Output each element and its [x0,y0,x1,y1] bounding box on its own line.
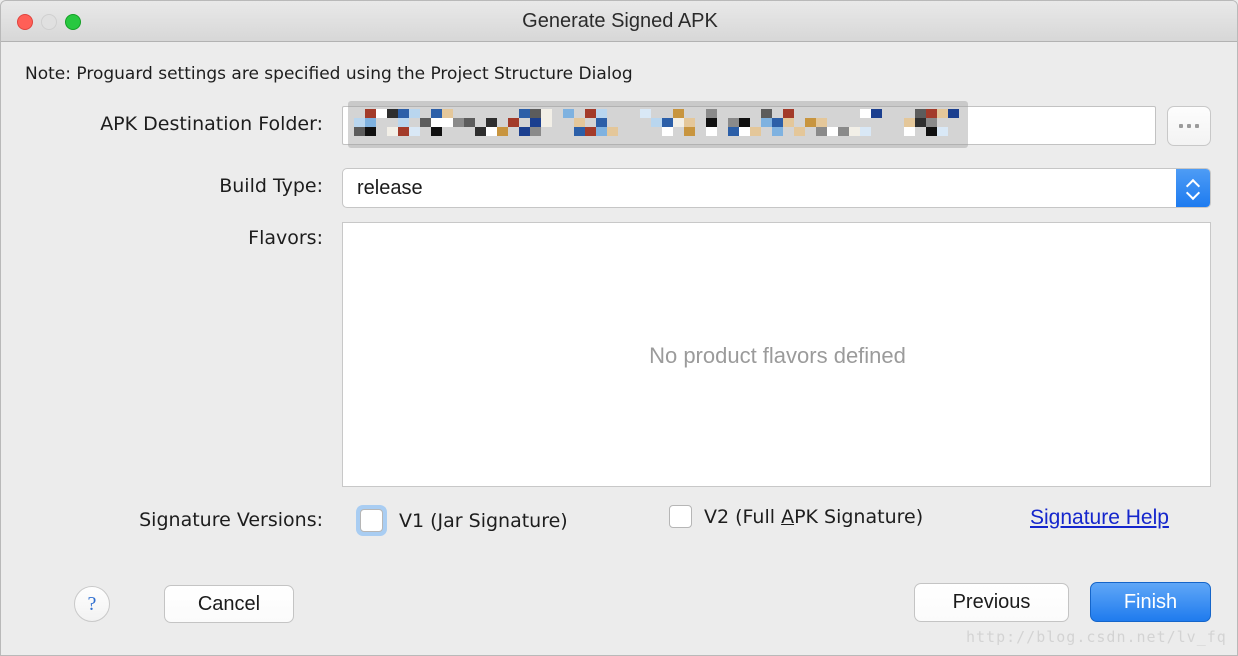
help-button[interactable]: ? [74,586,110,622]
signature-versions-label: Signature Versions: [139,509,323,531]
v2-label-before: V2 (Full [704,505,782,528]
build-type-label: Build Type: [219,175,323,197]
apk-destination-input[interactable] [342,106,1156,145]
flavors-label: Flavors: [248,227,323,249]
signature-v1-label: V1 (Jar Signature) [399,510,568,532]
cancel-button[interactable]: Cancel [164,585,294,623]
signature-v2-checkbox[interactable] [669,505,692,528]
ellipsis-dot-icon [1195,124,1199,128]
browse-folder-button[interactable] [1167,106,1211,146]
signature-v1-checkbox[interactable] [360,509,383,532]
chevron-down-icon [1187,190,1200,197]
flavors-list[interactable]: No product flavors defined [342,222,1211,487]
signature-help-link[interactable]: Signature Help [1030,506,1169,530]
v2-label-mnemonic: A [781,505,795,528]
v1-label-after: ar Signature) [443,509,568,532]
finish-button[interactable]: Finish [1090,582,1211,622]
signature-v2-label: V2 (Full APK Signature) [704,506,923,528]
v2-label-after: PK Signature) [794,505,924,528]
window-title: Generate Signed APK [522,10,718,32]
generate-signed-apk-dialog: Generate Signed APK Note: Proguard setti… [0,0,1238,656]
title-bar: Generate Signed APK [1,1,1237,42]
build-type-select[interactable]: release [342,168,1211,208]
apk-destination-label: APK Destination Folder: [100,113,323,135]
signature-v1-row[interactable]: V1 (Jar Signature) [356,505,568,536]
v1-focus-ring [356,505,387,536]
signature-v2-row[interactable]: V2 (Full APK Signature) [669,505,923,528]
proguard-note: Note: Proguard settings are specified us… [25,64,633,84]
build-type-stepper[interactable] [1176,169,1210,207]
watermark-text: http://blog.csdn.net/lv_fq [966,628,1227,646]
ellipsis-dot-icon [1179,124,1183,128]
ellipsis-dot-icon [1187,124,1191,128]
v1-label-before: V1 ( [399,509,438,532]
build-type-value: release [357,176,423,199]
previous-button[interactable]: Previous [914,583,1069,622]
flavors-empty-message: No product flavors defined [649,342,906,368]
